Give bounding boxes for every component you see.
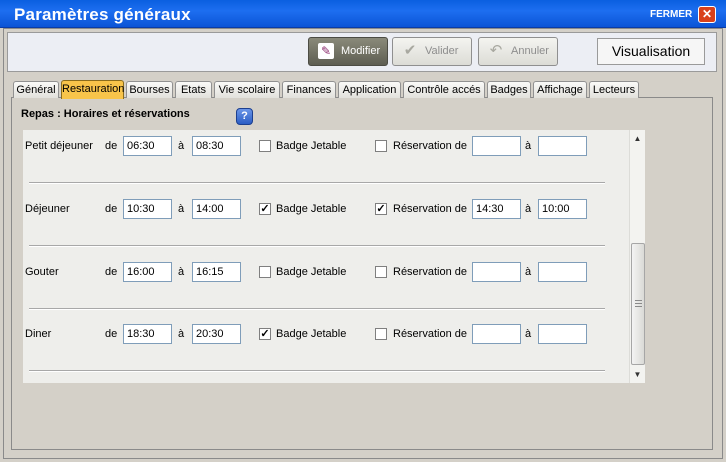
help-icon[interactable]: ?	[236, 108, 253, 125]
reservation-to-label: à	[525, 140, 532, 152]
meal-name: Diner	[25, 328, 52, 340]
section-title: Repas : Horaires et réservations	[21, 108, 190, 120]
tab-badges[interactable]: Badges	[487, 81, 531, 98]
reservation-start-field[interactable]	[472, 136, 521, 156]
badge-label: Badge Jetable	[276, 140, 347, 152]
start-time-field[interactable]: 18:30	[123, 324, 172, 344]
scroll-down-arrow-icon[interactable]: ▼	[630, 368, 645, 382]
tab-finances[interactable]: Finances	[282, 81, 336, 98]
scroll-thumb[interactable]	[631, 243, 645, 365]
reservation-to-label: à	[525, 203, 532, 215]
check-icon: ✔	[403, 42, 417, 59]
reservation-checkbox[interactable]	[375, 140, 387, 152]
reservation-to-label: à	[525, 328, 532, 340]
start-time-field[interactable]: 06:30	[123, 136, 172, 156]
meal-name: Gouter	[25, 266, 59, 278]
to-label: à	[178, 203, 185, 215]
reservation-label: Réservation de	[393, 203, 467, 215]
reservation-end-field[interactable]: 10:00	[538, 199, 587, 219]
reservation-end-field[interactable]	[538, 136, 587, 156]
modify-button[interactable]: ✎ Modifier	[308, 37, 388, 66]
badge-checkbox[interactable]	[259, 140, 271, 152]
start-time-field[interactable]: 10:30	[123, 199, 172, 219]
window-title: Paramètres généraux	[14, 5, 191, 24]
validate-button-label: Valider	[425, 45, 459, 57]
from-label: de	[105, 328, 118, 340]
check-mark-icon: ✓	[376, 203, 386, 215]
close-icon[interactable]: ✕	[702, 7, 712, 21]
cancel-button[interactable]: ↶ Annuler	[478, 37, 558, 66]
meal-name: Petit déjeuner	[25, 140, 93, 152]
validate-button[interactable]: ✔ Valider	[392, 37, 472, 66]
tab-affichage[interactable]: Affichage	[533, 81, 587, 98]
tab-controle-acces[interactable]: Contrôle accés	[403, 81, 485, 98]
cancel-button-label: Annuler	[511, 45, 549, 57]
check-mark-icon: ✓	[260, 203, 270, 215]
meal-name: Déjeuner	[25, 203, 70, 215]
meal-row: Diner de 18:30 à 20:30 ✓ Badge Jetable R…	[23, 324, 629, 387]
from-label: de	[105, 203, 118, 215]
tab-lecteurs[interactable]: Lecteurs	[589, 81, 639, 98]
badge-checkbox[interactable]: ✓	[259, 328, 271, 340]
reservation-label: Réservation de	[393, 266, 467, 278]
badge-checkbox[interactable]: ✓	[259, 203, 271, 215]
vertical-scrollbar[interactable]: ▲ ▼	[629, 130, 645, 383]
meal-row: Déjeuner de 10:30 à 14:00 ✓ Badge Jetabl…	[23, 199, 629, 262]
start-time-field[interactable]: 16:00	[123, 262, 172, 282]
close-label[interactable]: FERMER	[650, 9, 692, 20]
check-mark-icon: ✓	[260, 328, 270, 340]
from-label: de	[105, 140, 118, 152]
mode-indicator: Visualisation	[597, 38, 705, 65]
end-time-field[interactable]: 14:00	[192, 199, 241, 219]
to-label: à	[178, 328, 185, 340]
row-divider	[29, 182, 605, 184]
meal-row: Petit déjeuner de 06:30 à 08:30 Badge Je…	[23, 136, 629, 199]
tab-restauration[interactable]: Restauration	[61, 80, 124, 99]
reservation-start-field[interactable]	[472, 262, 521, 282]
reservation-start-field[interactable]	[472, 324, 521, 344]
reservation-end-field[interactable]	[538, 324, 587, 344]
reservation-start-field[interactable]: 14:30	[472, 199, 521, 219]
reservation-to-label: à	[525, 266, 532, 278]
badge-label: Badge Jetable	[276, 266, 347, 278]
meal-row: Gouter de 16:00 à 16:15 Badge Jetable Ré…	[23, 262, 629, 325]
badge-label: Badge Jetable	[276, 328, 347, 340]
tab-bourses[interactable]: Bourses	[126, 81, 173, 98]
to-label: à	[178, 266, 185, 278]
title-bar: Paramètres généraux FERMER ✕	[0, 0, 726, 28]
reservation-checkbox[interactable]	[375, 266, 387, 278]
reservation-label: Réservation de	[393, 328, 467, 340]
end-time-field[interactable]: 16:15	[192, 262, 241, 282]
close-button[interactable]: ✕	[698, 6, 716, 23]
pencil-icon: ✎	[318, 43, 334, 59]
tab-application[interactable]: Application	[338, 81, 401, 98]
tab-etats[interactable]: Etats	[175, 81, 212, 98]
modify-button-label: Modifier	[341, 45, 381, 57]
undo-icon: ↶	[489, 42, 503, 59]
badge-checkbox[interactable]	[259, 266, 271, 278]
row-divider	[29, 245, 605, 247]
tab-vie-scolaire[interactable]: Vie scolaire	[214, 81, 280, 98]
scroll-up-arrow-icon[interactable]: ▲	[630, 132, 645, 146]
reservation-checkbox[interactable]: ✓	[375, 203, 387, 215]
reservation-end-field[interactable]	[538, 262, 587, 282]
row-divider	[29, 308, 605, 310]
row-divider	[29, 370, 605, 372]
from-label: de	[105, 266, 118, 278]
reservation-label: Réservation de	[393, 140, 467, 152]
end-time-field[interactable]: 20:30	[192, 324, 241, 344]
reservation-checkbox[interactable]	[375, 328, 387, 340]
badge-label: Badge Jetable	[276, 203, 347, 215]
grip-icon	[635, 300, 642, 307]
end-time-field[interactable]: 08:30	[192, 136, 241, 156]
tab-general[interactable]: Général	[13, 81, 59, 98]
to-label: à	[178, 140, 185, 152]
